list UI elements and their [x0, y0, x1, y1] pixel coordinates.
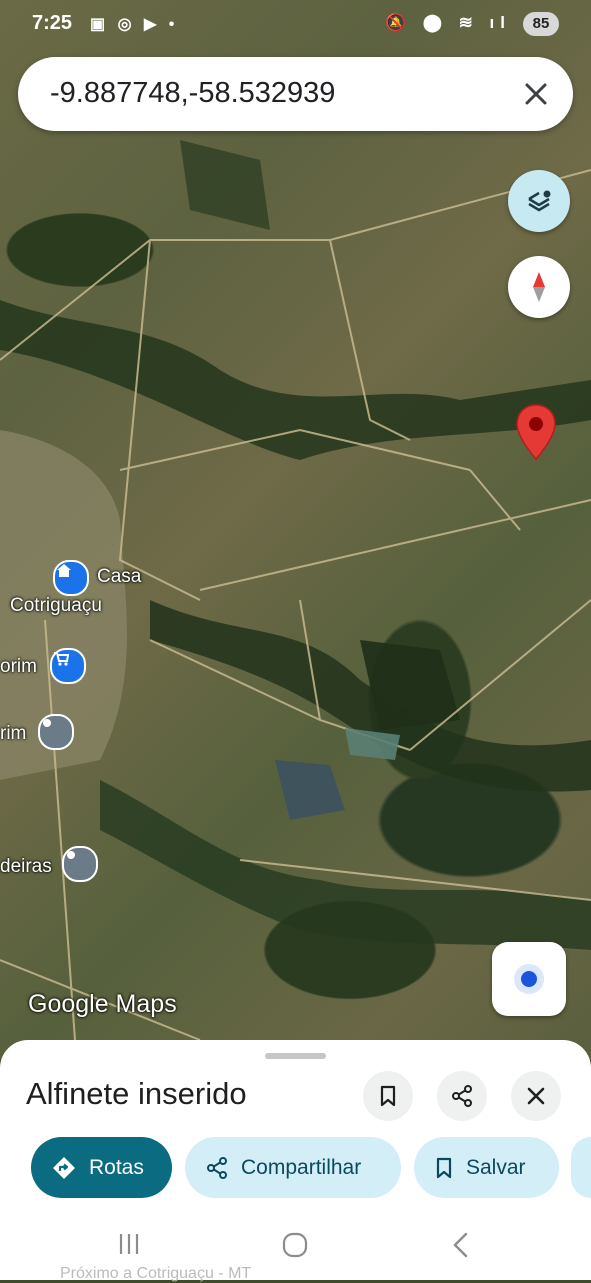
more-chip-button[interactable] [571, 1137, 591, 1198]
system-navigation-bar [0, 1215, 591, 1280]
place-label-casa[interactable]: Casa [97, 566, 141, 588]
compass-icon [533, 272, 545, 302]
status-time: 7:25 [32, 12, 73, 34]
close-icon [527, 1087, 545, 1105]
share-button[interactable] [437, 1071, 487, 1121]
routes-label: Rotas [89, 1155, 144, 1179]
my-location-icon [514, 964, 544, 994]
search-input[interactable]: -9.887748,-58.532939 [50, 77, 335, 110]
close-icon [525, 83, 547, 105]
place-pin-icon[interactable] [62, 846, 98, 882]
place-label-cotriguacu[interactable]: Cotriguaçu [10, 595, 102, 617]
bookmark-icon [380, 1085, 396, 1107]
notification-icons: ▣ ◎ ▶ • [90, 16, 179, 33]
share-chip-button[interactable]: Compartilhar [185, 1137, 401, 1198]
google-maps-logo: Google Maps [28, 990, 177, 1018]
layers-icon [528, 190, 551, 212]
bookmark-button[interactable] [363, 1071, 413, 1121]
save-button[interactable]: Salvar [414, 1137, 559, 1198]
home-button[interactable] [281, 1231, 309, 1259]
back-icon [453, 1232, 468, 1258]
layers-button[interactable] [508, 170, 570, 232]
place-label-deiras[interactable]: deiras [0, 856, 52, 878]
satellite-map[interactable]: Casa Cotriguaçu orim rim deiras Google M… [0, 0, 591, 1060]
compass-button[interactable] [508, 256, 570, 318]
share-label: Compartilhar [241, 1155, 362, 1179]
place-label-orim[interactable]: orim [0, 656, 37, 678]
directions-icon [53, 1156, 75, 1179]
place-pin-icon[interactable] [38, 714, 74, 750]
back-button[interactable] [450, 1231, 472, 1259]
share-icon [207, 1156, 227, 1179]
map-roads [0, 140, 591, 1041]
search-bar[interactable]: -9.887748,-58.532939 [18, 57, 573, 131]
shopping-cart-icon[interactable] [50, 648, 86, 684]
drag-handle[interactable] [265, 1053, 326, 1059]
place-label-rim[interactable]: rim [0, 723, 26, 745]
recent-apps-button[interactable] [116, 1231, 142, 1257]
home-nav-icon [282, 1232, 308, 1258]
battery-icon: 85 [523, 12, 559, 36]
my-location-button[interactable] [492, 942, 566, 1016]
routes-button[interactable]: Rotas [31, 1137, 172, 1198]
save-label: Salvar [466, 1155, 526, 1179]
sheet-title: Alfinete inserido [26, 1076, 247, 1111]
status-bar: 7:25 ▣ ◎ ▶ • 🔕 ⬤ ≋ ıl 85 [0, 0, 591, 48]
dropped-pin-icon[interactable] [515, 403, 557, 461]
close-sheet-button[interactable] [511, 1071, 561, 1121]
share-icon [452, 1085, 472, 1107]
clear-search-button[interactable] [513, 71, 559, 117]
bookmark-icon [436, 1157, 452, 1178]
home-icon[interactable] [53, 560, 89, 596]
recent-apps-icon [119, 1234, 139, 1254]
system-icons: 🔕 ⬤ ≋ ıl [384, 13, 511, 32]
